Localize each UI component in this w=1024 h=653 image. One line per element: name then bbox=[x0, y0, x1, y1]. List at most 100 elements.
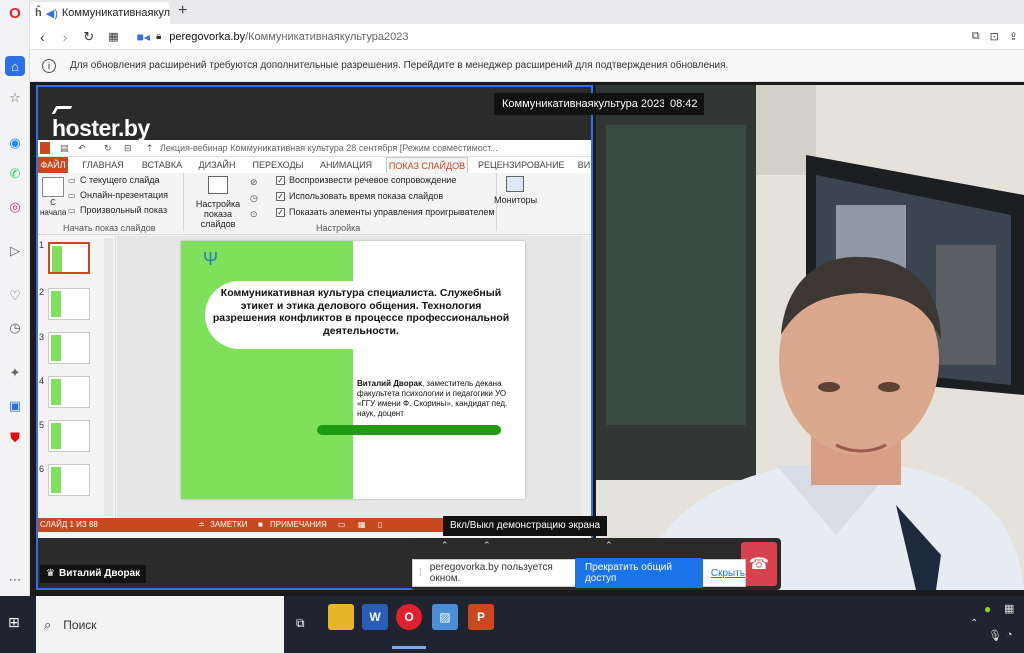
customize-icon[interactable]: ⇡ bbox=[146, 140, 154, 156]
ribbon: С начала ▭ С текущего слайда ▭ Онлайн-пр… bbox=[38, 173, 591, 235]
slide-thumbnail[interactable] bbox=[48, 420, 90, 452]
comments-button[interactable]: ПРИМЕЧАНИЯ bbox=[270, 518, 327, 532]
new-tab-button[interactable]: + bbox=[178, 2, 187, 20]
hangup-button[interactable]: ☎ bbox=[741, 542, 777, 586]
hide-link[interactable]: Скрыть bbox=[711, 568, 745, 579]
ublock-icon[interactable]: ⛊ bbox=[5, 428, 25, 448]
slide-scrollbar[interactable] bbox=[582, 236, 591, 518]
easy-setup-icon[interactable]: ⧉ bbox=[972, 30, 980, 43]
slide-thumbnail[interactable] bbox=[48, 288, 90, 320]
tab-strip: ĥ ◀) Коммуникативнаякультура ✕ + bbox=[30, 0, 1024, 24]
task-view-icon[interactable]: ⧉ bbox=[296, 616, 305, 631]
notes-icon[interactable]: ≐ bbox=[198, 518, 205, 532]
taskbar-search[interactable]: ⌕ Поиск bbox=[36, 596, 284, 653]
tab-view[interactable]: ВИ bbox=[574, 157, 591, 173]
share-icon[interactable]: ⇪ bbox=[1009, 30, 1018, 43]
lightbulb-icon[interactable]: ✦ bbox=[5, 363, 25, 383]
setup-show-button[interactable]: Настройка показа слайдов bbox=[186, 199, 250, 229]
speaker-icon[interactable]: ◀) bbox=[46, 7, 58, 20]
file-explorer-icon[interactable] bbox=[328, 604, 354, 630]
reading-view-icon[interactable]: ▯ bbox=[378, 518, 382, 532]
ribbon-tabs: ФАЙЛ ГЛАВНАЯ ВСТАВКА ДИЗАЙН ПЕРЕХОДЫ АНИ… bbox=[38, 157, 591, 173]
whatsapp-icon[interactable]: ✆ bbox=[5, 164, 25, 184]
slide-thumbnail[interactable] bbox=[48, 332, 90, 364]
notes-button[interactable]: ЗАМЕТКИ bbox=[210, 518, 247, 532]
microphone-icon[interactable]: 🎙︎ bbox=[988, 629, 1002, 642]
speed-dial-icon[interactable]: ☆ bbox=[5, 88, 25, 108]
heart-icon[interactable]: ♡ bbox=[5, 286, 25, 306]
sorter-view-icon[interactable]: ▦ bbox=[358, 518, 366, 532]
tab-review[interactable]: РЕЦЕНЗИРОВАНИЕ bbox=[478, 157, 565, 173]
info-icon: i bbox=[42, 58, 56, 73]
save-icon[interactable]: ▤ bbox=[60, 140, 69, 156]
start-show-icon[interactable]: ⊟ bbox=[124, 140, 132, 156]
from-start-icon[interactable] bbox=[42, 177, 64, 197]
shared-screen: hoster.by ▤ ↶ ↻ ⊟ ⇡ Лекция-вебинар Комму… bbox=[36, 85, 593, 590]
stop-sharing-button[interactable]: Прекратить общий доступ bbox=[574, 558, 703, 588]
share-options-icon[interactable]: ⌃ bbox=[605, 540, 613, 551]
redo-icon[interactable]: ↻ bbox=[104, 140, 112, 156]
tab-design[interactable]: ДИЗАЙН bbox=[194, 157, 240, 173]
reload-icon[interactable]: ↻ bbox=[83, 29, 94, 45]
drag-handle-icon[interactable]: ⁞ bbox=[419, 568, 422, 579]
monitor-icon[interactable] bbox=[506, 176, 524, 192]
back-icon[interactable]: ‹ bbox=[40, 29, 45, 45]
comments-icon[interactable]: ■ bbox=[258, 518, 263, 532]
tab-home[interactable]: ГЛАВНАЯ bbox=[78, 157, 128, 173]
hide-slide-icon[interactable]: ⊘ bbox=[250, 177, 258, 188]
setup-show-icon[interactable] bbox=[208, 176, 228, 194]
custom-show-icon: ▭ bbox=[68, 206, 76, 215]
tab-meeting[interactable]: ĥ ◀) Коммуникативнаякультура ✕ bbox=[30, 2, 170, 24]
url-field[interactable]: peregovorka.by/Коммуникативнаякультура20… bbox=[169, 31, 408, 43]
tab-slideshow[interactable]: ПОКАЗ СЛАЙДОВ bbox=[386, 157, 468, 173]
history-icon[interactable]: ◷ bbox=[5, 318, 25, 338]
opera-logo-icon[interactable]: O bbox=[5, 3, 25, 23]
windows-start-icon[interactable]: ⊞ bbox=[8, 614, 20, 631]
slide-thumbnail[interactable] bbox=[48, 376, 90, 408]
thumbnails-scrollbar[interactable] bbox=[104, 238, 113, 516]
thumb-number: 1 bbox=[39, 240, 45, 250]
online-button[interactable]: Онлайн-презентация bbox=[80, 190, 168, 200]
opera-taskbar-icon[interactable]: O bbox=[396, 604, 422, 630]
wifi-icon[interactable]: ◔ bbox=[1006, 629, 1013, 641]
current-slide[interactable]: Ψ Коммуникативная культура специалиста. … bbox=[181, 241, 525, 499]
mic-options-icon[interactable]: ⌃ bbox=[441, 540, 449, 551]
powerpoint-icon[interactable]: P bbox=[468, 604, 494, 630]
timings-checkbox[interactable]: ✓ bbox=[276, 192, 285, 201]
controls-checkbox[interactable]: ✓ bbox=[276, 208, 285, 217]
record-icon[interactable]: ⊙ bbox=[250, 209, 258, 220]
tray-app-icon[interactable]: ● bbox=[984, 602, 991, 616]
snapshot-icon[interactable]: ⊡ bbox=[990, 30, 999, 43]
undo-icon[interactable]: ↶ bbox=[78, 140, 86, 156]
tabs-grid-icon[interactable]: ▦ bbox=[108, 30, 118, 43]
player-icon[interactable]: ▷ bbox=[5, 241, 25, 261]
photos-icon[interactable]: ▨ bbox=[432, 604, 458, 630]
from-start-button[interactable]: С начала bbox=[40, 198, 66, 218]
instagram-icon[interactable]: ◎ bbox=[5, 197, 25, 217]
tray-network-icon[interactable]: ▦ bbox=[1004, 602, 1014, 615]
tab-transitions[interactable]: ПЕРЕХОДЫ bbox=[250, 157, 306, 173]
home-icon[interactable]: ⌂ bbox=[5, 56, 25, 76]
custom-show-button[interactable]: Произвольный показ bbox=[80, 205, 167, 215]
slide-author-name: Виталий Дворак bbox=[357, 379, 422, 388]
messenger-icon[interactable]: ◉ bbox=[5, 133, 25, 153]
camera-options-icon[interactable]: ⌃ bbox=[483, 540, 491, 551]
normal-view-icon[interactable]: ▭ bbox=[338, 518, 346, 532]
tab-file[interactable]: ФАЙЛ bbox=[38, 157, 68, 173]
tab-animation[interactable]: АНИМАЦИЯ bbox=[316, 157, 376, 173]
narration-checkbox[interactable]: ✓ bbox=[276, 176, 285, 185]
room-name-badge: Коммуникативнаякультура 2023 bbox=[494, 93, 674, 115]
extension-icon[interactable]: ▣ bbox=[5, 396, 25, 416]
slide-green-bar bbox=[317, 425, 501, 435]
forward-icon[interactable]: › bbox=[63, 29, 68, 45]
tab-insert[interactable]: ВСТАВКА bbox=[138, 157, 186, 173]
more-icon[interactable]: ⋯ bbox=[5, 570, 25, 590]
camera-icon[interactable]: ■◂ bbox=[137, 30, 150, 44]
tray-expand-icon[interactable]: ⌃ bbox=[970, 618, 978, 629]
rehearse-icon[interactable]: ◷ bbox=[250, 193, 258, 204]
slide-thumbnail[interactable] bbox=[48, 242, 90, 274]
monitors-button[interactable]: Мониторы bbox=[494, 195, 537, 205]
word-icon[interactable]: W bbox=[362, 604, 388, 630]
from-current-button[interactable]: С текущего слайда bbox=[80, 175, 160, 185]
slide-thumbnail[interactable] bbox=[48, 464, 90, 496]
